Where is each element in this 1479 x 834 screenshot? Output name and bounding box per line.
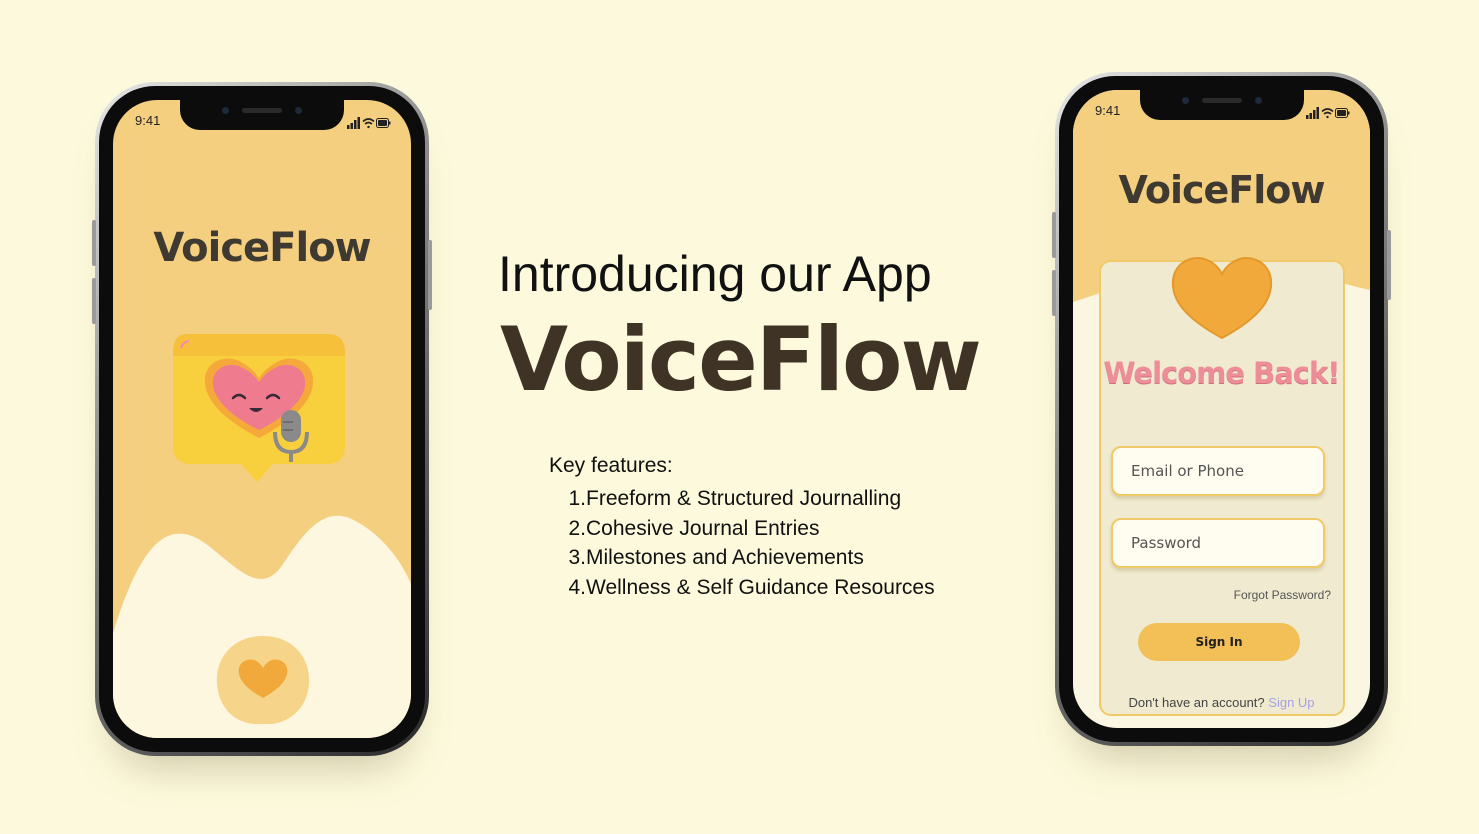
phone-mockup-login: 9:41 VoiceFlow Welcome Back! Email or Ph… xyxy=(1052,72,1391,746)
signup-prompt: Don't have an account? Sign Up xyxy=(1073,695,1370,710)
sensor-icon xyxy=(1181,97,1189,104)
volume-down-button xyxy=(1052,270,1056,316)
sign-up-link[interactable]: Sign Up xyxy=(1268,695,1314,710)
login-screen: 9:41 VoiceFlow Welcome Back! Email or Ph… xyxy=(1073,90,1370,728)
feature-item: 4.Wellness & Self Guidance Resources xyxy=(568,575,935,599)
feature-item: 3.Milestones and Achievements xyxy=(568,546,864,569)
volume-up-button xyxy=(1052,212,1056,258)
status-time: 9:41 xyxy=(135,113,161,128)
wifi-icon xyxy=(1321,108,1334,119)
volume-down-button xyxy=(92,278,96,324)
signal-icon xyxy=(347,117,360,129)
feature-item: 2.Cohesive Journal Entries xyxy=(568,516,820,540)
email-field[interactable] xyxy=(1111,446,1325,496)
phone-frame: 9:41 xyxy=(99,86,425,752)
phone-frame: 9:41 xyxy=(1059,76,1384,742)
front-camera-icon xyxy=(1254,97,1262,104)
features-heading: Key features: xyxy=(549,454,673,477)
features-list: 1.Freeform & Structured Journalling 2.Co… xyxy=(548,484,935,602)
battery-icon xyxy=(376,118,391,128)
feature-item: 1.Freeform & Structured Journalling xyxy=(568,487,902,510)
sign-in-button[interactable]: Sign In xyxy=(1138,623,1300,661)
wifi-icon xyxy=(362,118,375,129)
signal-icon xyxy=(1306,107,1319,119)
intro-heading: Introducing our App xyxy=(498,246,932,302)
heart-icon[interactable] xyxy=(213,632,313,728)
forgot-password-link[interactable]: Forgot Password? xyxy=(1234,588,1331,602)
power-button xyxy=(1387,230,1391,300)
speaker-grille xyxy=(1201,98,1242,103)
sensor-icon xyxy=(222,107,229,114)
notch xyxy=(1139,90,1304,120)
power-button xyxy=(428,240,432,310)
speaker-grille xyxy=(242,108,282,113)
status-icons xyxy=(1306,104,1350,123)
phone-mockup-splash: 9:41 VoiceFlow xyxy=(92,82,432,756)
password-field[interactable] xyxy=(1111,518,1325,568)
login-title: VoiceFlow xyxy=(1118,168,1326,212)
notch xyxy=(180,100,344,130)
status-icons xyxy=(347,114,391,133)
heart-icon xyxy=(1171,257,1273,340)
app-name-heading: VoiceFlow xyxy=(500,308,982,411)
status-time: 9:41 xyxy=(1095,103,1121,118)
no-account-text: Don't have an account? xyxy=(1128,695,1265,710)
splash-screen: 9:41 VoiceFlow xyxy=(113,100,411,738)
battery-icon xyxy=(1335,108,1350,118)
welcome-heading: Welcome Back! xyxy=(1103,356,1340,390)
front-camera-icon xyxy=(295,107,302,114)
volume-up-button xyxy=(92,220,96,266)
